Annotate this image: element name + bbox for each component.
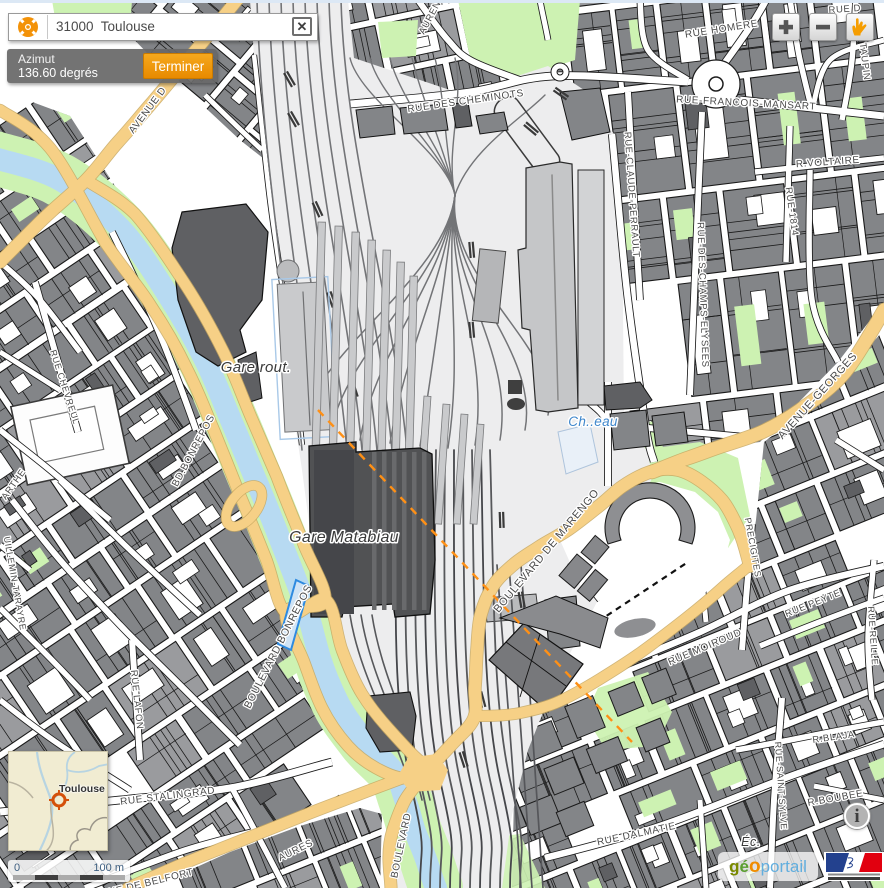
svg-text:Éc.: Éc. [741,834,761,849]
svg-text:Gare Matabiau: Gare Matabiau [289,529,399,546]
svg-text:Ch..eau: Ch..eau [568,414,618,429]
svg-text:Gare rout.: Gare rout. [221,359,292,376]
